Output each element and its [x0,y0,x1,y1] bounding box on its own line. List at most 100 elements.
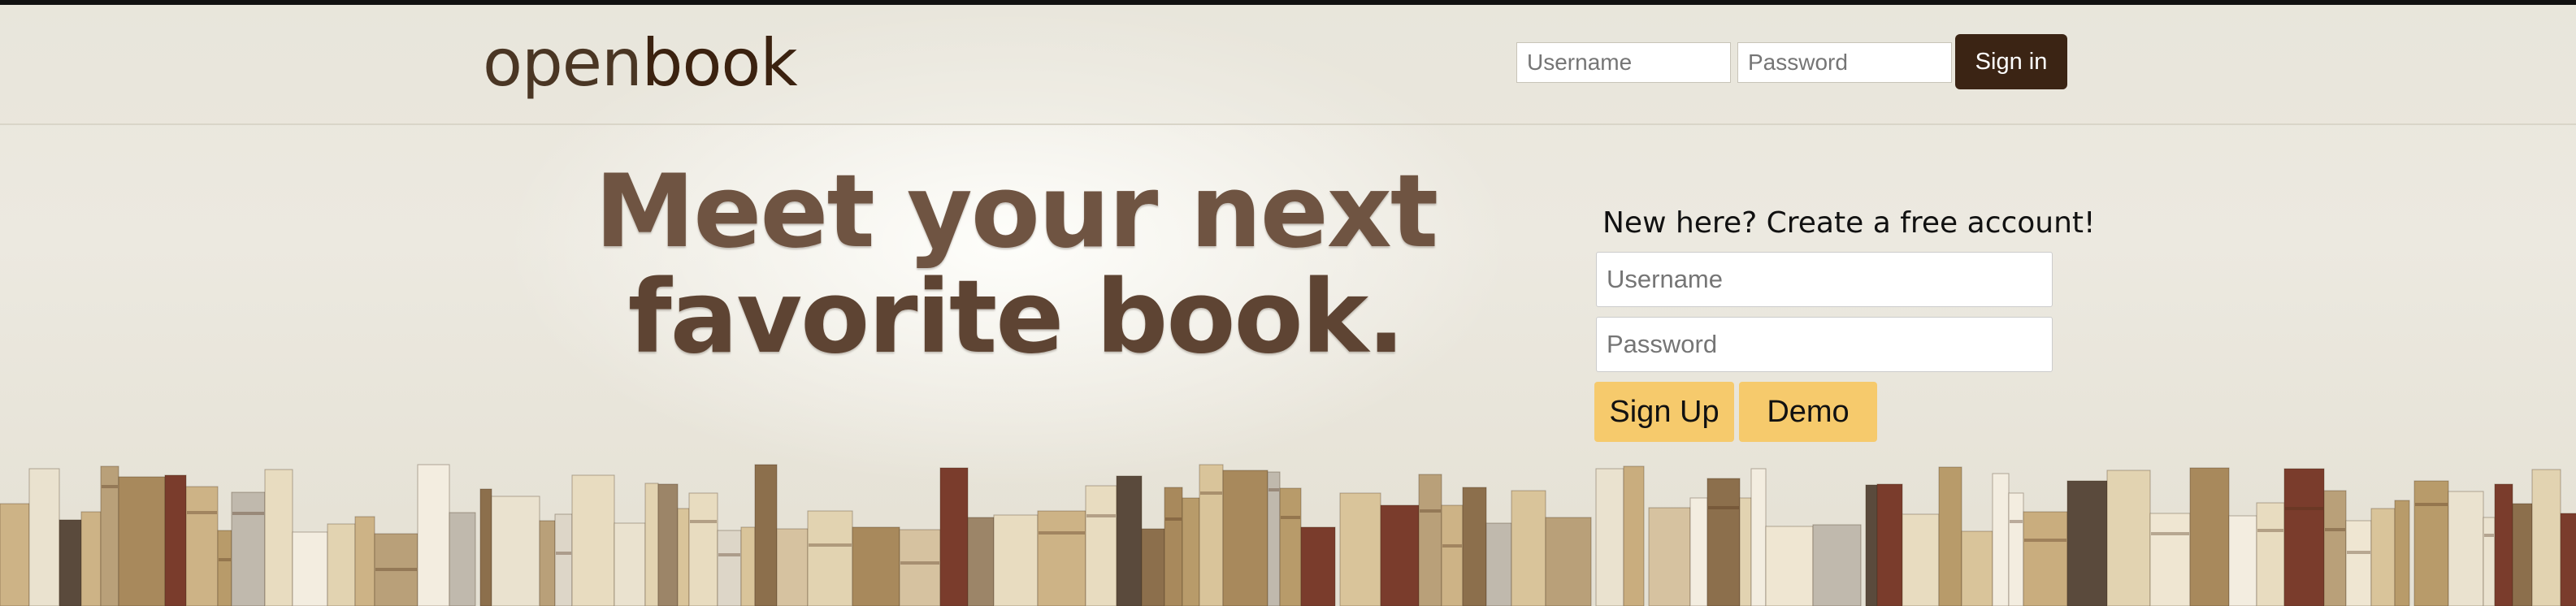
site-header: openbook Sign in [0,5,2576,125]
book-spine [2283,468,2325,606]
book-spine-band [718,553,740,556]
signup-password-input[interactable] [1596,317,2053,372]
book-spine [1812,524,1862,606]
book-spine [614,522,646,606]
book-spine-band [1268,488,1279,491]
book-spine [1164,487,1183,606]
book-spine-band [1039,531,1085,535]
book-spine [1485,522,1512,606]
book-spine [449,512,476,606]
book-spine [2512,503,2533,606]
book-spine [899,529,941,606]
book-spine [644,483,659,606]
book-spine [2256,502,2285,606]
book-spine [0,503,30,606]
book-spine [2189,467,2230,606]
book-spine [2494,483,2513,606]
book-spine [939,467,969,606]
book-spine-band [2285,507,2323,510]
book-spine [491,496,540,606]
book-spine-band [2325,528,2345,531]
book-spine [1648,507,1691,606]
book-spine [1339,492,1381,606]
book-spine [1902,513,1940,606]
book-spine [1222,470,1268,606]
book-spine [2413,480,2449,606]
login-username-input[interactable] [1516,42,1731,83]
book-spine-band [2484,534,2494,537]
book-spine-band [1200,491,1222,495]
book-spine [1938,466,1962,606]
book-spine [688,492,718,606]
book-spine [2345,520,2372,606]
book-spine [2228,515,2257,606]
book-spine [807,510,853,606]
headline-line-2: favorite book. [627,259,1406,376]
sign-up-button[interactable]: Sign Up [1594,382,1734,442]
book-spine-band [556,552,571,555]
book-spine [539,520,556,606]
book-spine [2323,490,2347,606]
book-spine-band [1442,544,1462,548]
book-spine [2066,480,2108,606]
book-spine [1380,504,1420,606]
book-spine [1739,497,1752,606]
book-spine [2106,470,2151,606]
book-spine-band [690,520,717,523]
book-spine [677,508,690,606]
logo-book: book [641,25,798,101]
book-spine [1267,471,1281,606]
book-spine [1182,497,1200,606]
demo-button[interactable]: Demo [1739,382,1877,442]
book-spine-band [2151,532,2189,535]
book-spine [1595,468,1624,606]
book-spine [1141,528,1165,606]
book-spine-band [375,568,417,571]
book-spine [1037,510,1086,606]
book-spine [59,519,82,606]
bookshelf-image [0,455,2576,606]
book-spine [993,514,1039,606]
signup-username-input[interactable] [1596,252,2053,307]
login-password-input[interactable] [1737,42,1952,83]
book-spine [1418,474,1442,606]
book-spine-band [809,543,852,547]
book-spine [1511,490,1546,606]
book-spine [1199,464,1224,606]
book-spine [2560,513,2576,606]
book-spine-band [2415,503,2448,506]
book-spine-band [1281,516,1300,519]
book-spine [1876,483,1903,606]
logo[interactable]: openbook [483,23,798,104]
book-spine [1865,484,1878,606]
book-spine [417,464,450,606]
book-spine [2483,517,2496,606]
book-spine [354,516,375,606]
book-spine [1462,487,1487,606]
book-spine [28,468,60,606]
book-spine-band [232,512,264,515]
book-spine [1116,475,1143,606]
book-spine-band [1086,514,1116,517]
book-spine [2448,491,2484,606]
sign-in-button[interactable]: Sign in [1955,34,2067,89]
book-spine [1623,465,1645,606]
book-spine [80,511,102,606]
book-spine [2394,500,2410,606]
book-spine [2149,513,2191,606]
book-spine [118,476,166,606]
book-spine [776,528,809,606]
logo-open: open [483,25,643,101]
book-spine [1279,487,1302,606]
book-spine-band [900,561,939,565]
book-spine-band [102,485,118,488]
book-spine [754,464,778,606]
book-spine [571,474,615,606]
book-spine [231,491,266,606]
book-spine-band [1165,517,1182,521]
book-spine [740,526,756,606]
book-spine-band [2024,539,2066,542]
book-spine-band [219,558,231,561]
book-spine-band [2257,529,2283,532]
book-spine [657,483,679,606]
